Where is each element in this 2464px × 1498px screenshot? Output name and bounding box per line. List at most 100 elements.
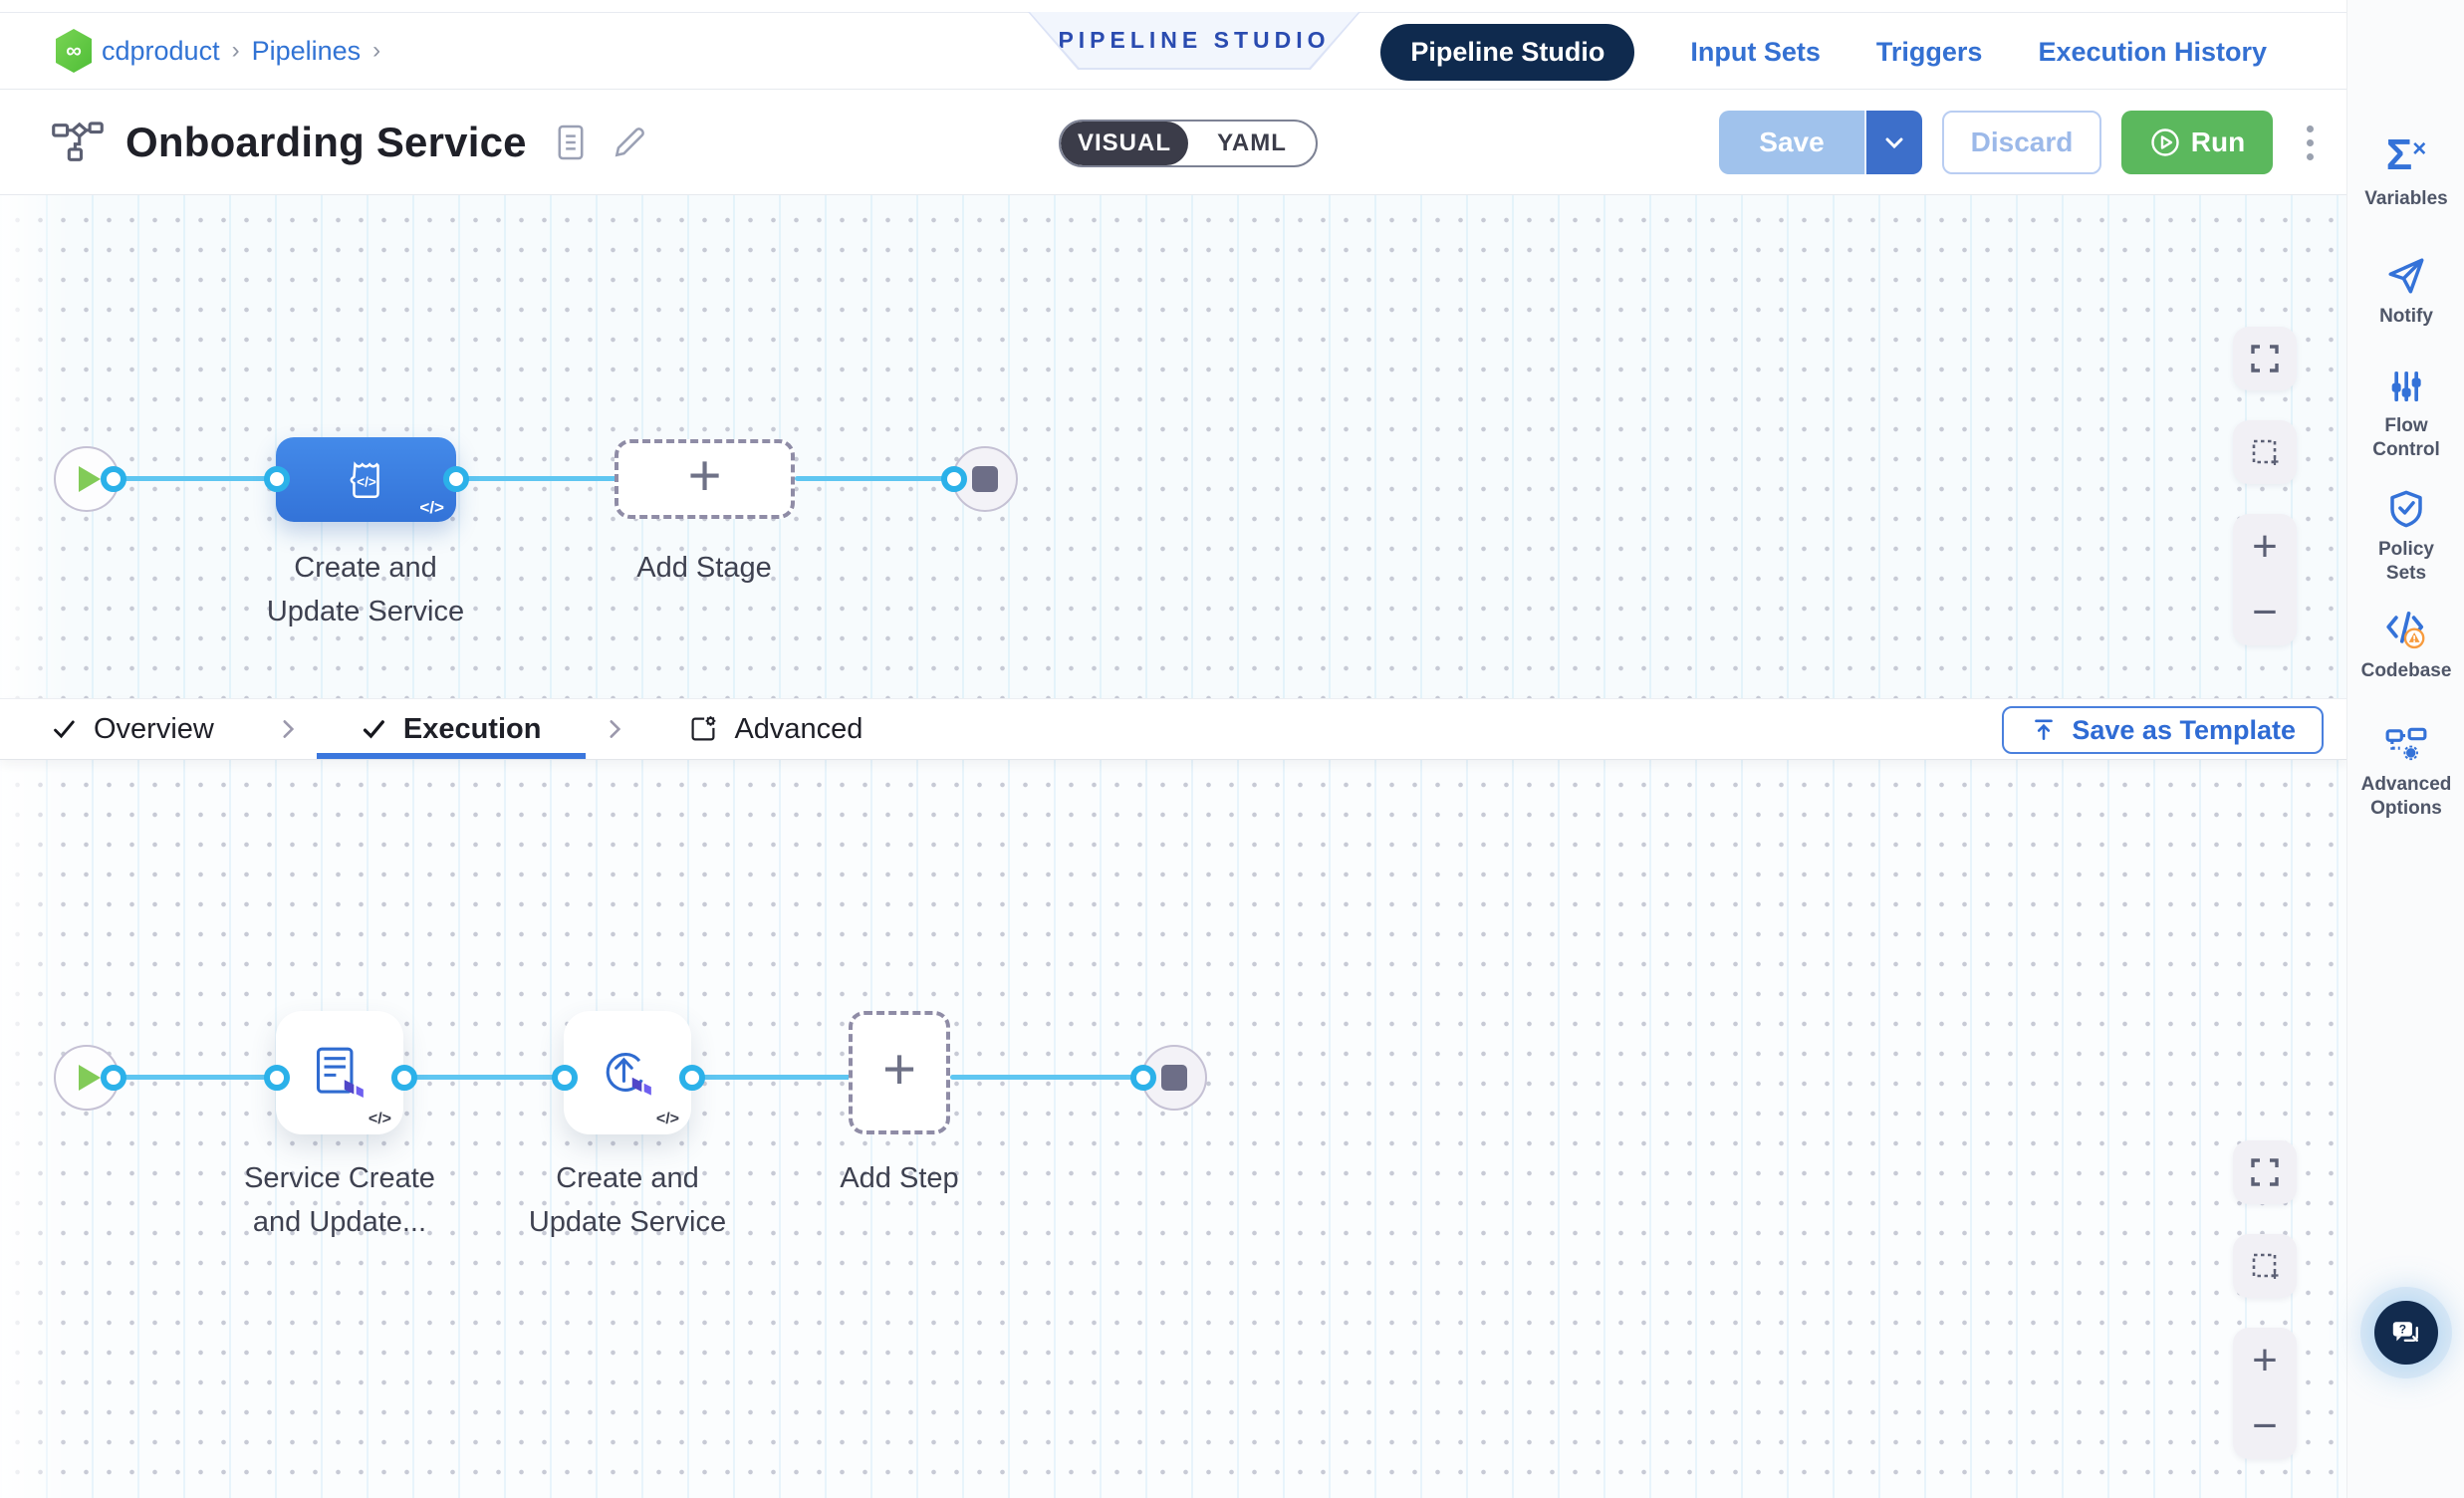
pipeline-studio-app: ∞ cdproduct › Pipelines › PIPELINE STUDI… <box>0 0 2464 1498</box>
tab-input-sets[interactable]: Input Sets <box>1690 37 1821 68</box>
save-as-template-button[interactable]: Save as Template <box>2002 706 2324 754</box>
tab-advanced[interactable]: Advanced <box>643 699 907 759</box>
port <box>552 1065 578 1091</box>
codebase-icon <box>2384 608 2428 651</box>
sidebar-item-label: Variables <box>2364 187 2447 211</box>
pipeline-icon <box>52 120 104 165</box>
run-button-label: Run <box>2191 126 2245 158</box>
service-definition-step-icon <box>309 1044 370 1102</box>
sidebar-item-codebase[interactable]: Codebase <box>2347 608 2464 683</box>
canvas-zoom-controls: + − <box>2233 1328 2297 1459</box>
zoom-out-button[interactable]: − <box>2252 1404 2278 1448</box>
check-icon <box>362 716 387 742</box>
breadcrumb-pipelines-link[interactable]: Pipelines <box>252 36 362 67</box>
tab-execution-history[interactable]: Execution History <box>2038 37 2267 68</box>
stage-config-tabs: Overview Execution Advanced <box>0 698 2346 760</box>
save-button[interactable]: Save <box>1719 111 1864 174</box>
tab-triggers[interactable]: Triggers <box>1876 37 1983 68</box>
stage-node-create-and-update-service[interactable]: </> </> <box>276 437 456 522</box>
top-strip <box>0 0 2346 12</box>
breadcrumb: cdproduct › Pipelines › <box>102 36 380 67</box>
sidebar-item-advanced-options[interactable]: Advanced Options <box>2347 725 2464 821</box>
sidebar-item-label: Flow Control <box>2366 414 2446 462</box>
sidebar-item-variables[interactable]: Σ× Variables <box>2347 135 2464 211</box>
port <box>101 466 126 492</box>
more-options-kebab-icon[interactable] <box>2297 118 2324 168</box>
pipeline-studio-banner: PIPELINE STUDIO <box>1028 12 1360 70</box>
description-doc-icon[interactable] <box>555 123 587 162</box>
harness-cd-logo-icon: ∞ <box>52 28 96 74</box>
add-step-node[interactable]: + <box>849 1011 950 1134</box>
right-toolbar: Σ× Variables Notify Flow Control Policy … <box>2346 0 2464 1498</box>
sidebar-item-label: Codebase <box>2361 659 2452 683</box>
save-as-template-label: Save as Template <box>2072 715 2296 746</box>
tab-overview[interactable]: Overview <box>52 699 259 759</box>
fullscreen-icon <box>2248 342 2282 375</box>
advanced-settings-icon <box>688 714 718 744</box>
port <box>941 466 967 492</box>
edge-connector <box>950 1075 1145 1080</box>
port <box>101 1065 126 1091</box>
tab-overview-label: Overview <box>94 713 214 746</box>
execution-graph-canvas[interactable]: </> </> + Service C <box>0 760 2346 1498</box>
edge-connector <box>795 476 956 481</box>
pipeline-title: Onboarding Service <box>125 119 527 166</box>
zoom-out-button[interactable]: − <box>2252 591 2278 634</box>
edge-connector <box>692 1075 852 1080</box>
save-split-button: Save <box>1719 111 1922 174</box>
fullscreen-icon <box>2248 1155 2282 1189</box>
canvas-zoom-controls: + − <box>2233 514 2297 645</box>
tab-execution-label: Execution <box>403 713 542 746</box>
add-stage-node[interactable]: + <box>615 439 795 519</box>
port <box>264 1065 290 1091</box>
flowchart-gear-icon <box>2384 725 2428 765</box>
toggle-visual[interactable]: VISUAL <box>1061 122 1188 165</box>
step-node-create-and-update-service[interactable]: </> <box>564 1011 691 1134</box>
marquee-select-icon <box>2248 435 2282 469</box>
sidebar-item-notify[interactable]: Notify <box>2347 255 2464 329</box>
step1-label: Service Create and Update... <box>220 1156 459 1244</box>
step-node-service-create-and-update[interactable]: </> <box>276 1011 403 1134</box>
tab-pipeline-studio[interactable]: Pipeline Studio <box>1380 24 1634 81</box>
play-icon <box>79 1065 101 1091</box>
breadcrumb-project-link[interactable]: cdproduct <box>102 36 220 67</box>
plus-icon: + <box>688 447 722 505</box>
discard-button[interactable]: Discard <box>1942 111 2101 174</box>
port <box>679 1065 705 1091</box>
sliders-icon <box>2386 367 2426 406</box>
sidebar-item-flow-control[interactable]: Flow Control <box>2347 367 2464 462</box>
stage-label: Create and Update Service <box>246 546 485 633</box>
chevron-right-icon <box>602 716 627 742</box>
play-icon <box>79 466 101 492</box>
step2-label: Create and Update Service <box>508 1156 747 1244</box>
edit-pencil-icon[interactable] <box>611 124 648 161</box>
sidebar-item-policy-sets[interactable]: Policy Sets <box>2347 488 2464 586</box>
canvas-fullscreen-button[interactable] <box>2233 327 2297 390</box>
marquee-select-icon <box>2248 1249 2282 1283</box>
save-dropdown-caret[interactable] <box>1864 111 1922 174</box>
svg-text:?: ? <box>2399 1323 2406 1337</box>
run-button[interactable]: Run <box>2121 111 2273 174</box>
edge-connector <box>404 1075 566 1080</box>
svg-text:</>: </> <box>357 474 376 489</box>
zoom-in-button[interactable]: + <box>2252 1339 2278 1382</box>
play-circle-icon <box>2149 126 2181 158</box>
chevron-right-icon <box>275 716 301 742</box>
breadcrumb-separator-icon: › <box>372 37 380 65</box>
paper-plane-icon <box>2385 255 2427 297</box>
shield-check-icon <box>2385 488 2427 530</box>
canvas-select-button[interactable] <box>2233 420 2297 484</box>
toggle-yaml[interactable]: YAML <box>1188 122 1316 165</box>
breadcrumb-separator-icon: › <box>232 37 240 65</box>
canvas-fullscreen-button[interactable] <box>2233 1140 2297 1204</box>
canvas-select-button[interactable] <box>2233 1234 2297 1298</box>
sidebar-item-label: Notify <box>2379 305 2433 329</box>
zoom-in-button[interactable]: + <box>2252 525 2278 569</box>
stop-icon <box>1161 1065 1187 1091</box>
edge-connector <box>114 476 286 481</box>
stage-graph-canvas[interactable]: </> </> + Create and Update Service Add … <box>0 195 2346 698</box>
tab-execution[interactable]: Execution <box>317 699 587 759</box>
edge-connector <box>114 1075 277 1080</box>
help-chat-button[interactable]: ? <box>2374 1301 2438 1365</box>
sidebar-item-label: Advanced Options <box>2351 773 2461 821</box>
